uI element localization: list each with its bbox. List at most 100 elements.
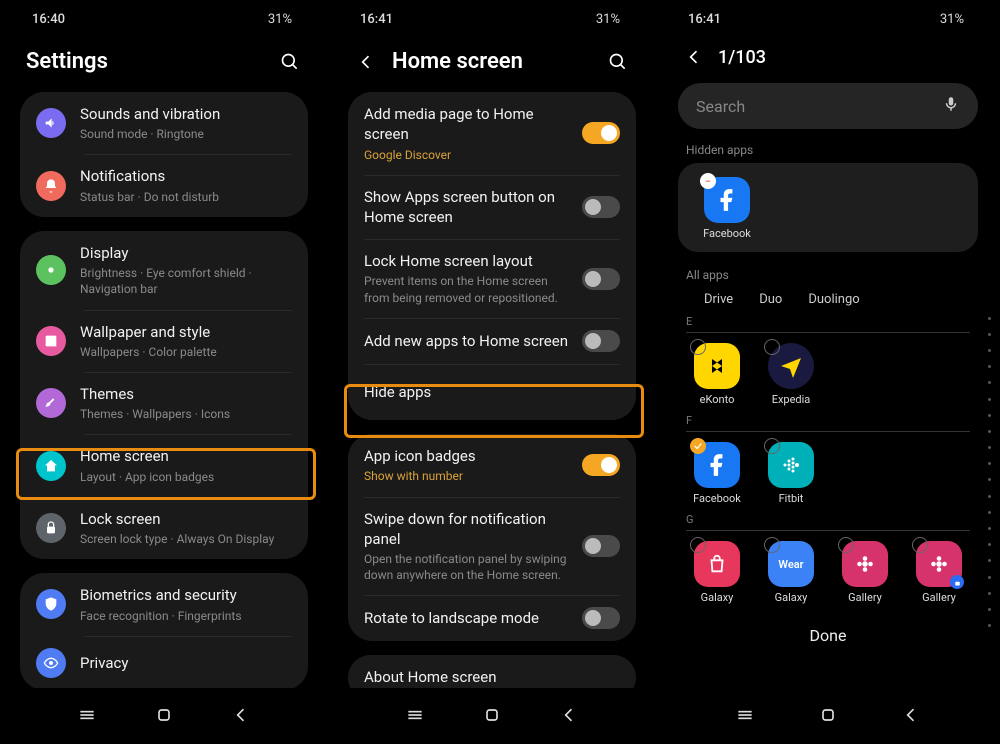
remove-badge-icon[interactable]: −	[700, 173, 716, 189]
app-gallery-secure[interactable]: Gallery	[906, 541, 972, 604]
tab-duolingo[interactable]: Duolingo	[808, 292, 859, 307]
nav-back[interactable]	[558, 704, 580, 726]
grid-g: Galaxy Wear Galaxy Gallery Gallery	[664, 535, 992, 612]
app-facebook[interactable]: Facebook	[684, 442, 750, 505]
tab-drive[interactable]: Drive	[704, 292, 733, 307]
app-ekonto[interactable]: eKonto	[684, 343, 750, 406]
status-bar: 16:41 31%	[336, 0, 648, 35]
grid-f: Facebook Fitbit	[664, 436, 992, 513]
nav-bar	[8, 688, 320, 744]
select-badge[interactable]	[690, 339, 706, 355]
hidden-app-facebook[interactable]: − Facebook	[694, 177, 760, 240]
tab-duo[interactable]: Duo	[759, 292, 782, 307]
item-apps-button[interactable]: Show Apps screen button on Home screen	[348, 175, 636, 240]
index-e: E	[664, 315, 992, 337]
item-swipe-notification[interactable]: Swipe down for notification panel Open t…	[348, 497, 636, 596]
toggle-add-new[interactable]	[582, 330, 620, 352]
item-wallpaper[interactable]: Wallpaper and style Wallpapers · Color p…	[20, 310, 308, 372]
item-notifications[interactable]: Notifications Status bar · Do not distur…	[20, 154, 308, 216]
selection-header: 1/103	[664, 35, 992, 77]
gallery-icon	[916, 541, 962, 587]
facebook-icon	[694, 442, 740, 488]
nav-back[interactable]	[230, 704, 252, 726]
toggle-rotate[interactable]	[582, 607, 620, 629]
item-privacy[interactable]: Privacy	[20, 636, 308, 688]
item-themes[interactable]: Themes Themes · Wallpapers · Icons	[20, 372, 308, 434]
app-gallery[interactable]: Gallery	[832, 541, 898, 604]
app-fitbit[interactable]: Fitbit	[758, 442, 824, 505]
nav-back[interactable]	[900, 704, 922, 726]
search-button[interactable]	[278, 50, 302, 74]
select-badge[interactable]	[690, 537, 706, 553]
item-add-new-apps[interactable]: Add new apps to Home screen	[348, 318, 636, 364]
home-screen-list[interactable]: Add media page to Home screen Google Dis…	[336, 92, 648, 688]
toggle-apps-button[interactable]	[582, 196, 620, 218]
item-home-screen[interactable]: Home screen Layout · App icon badges	[20, 434, 308, 496]
search-input[interactable]: Search	[678, 83, 978, 129]
status-icons: 31%	[584, 12, 624, 27]
picture-icon	[36, 326, 66, 356]
settings-list[interactable]: Sounds and vibration Sound mode · Ringto…	[8, 92, 320, 688]
lock-icon	[36, 513, 66, 543]
expedia-icon	[768, 343, 814, 389]
item-biometrics[interactable]: Biometrics and security Face recognition…	[20, 573, 308, 635]
search-button[interactable]	[606, 50, 630, 74]
item-display[interactable]: Display Brightness · Eye comfort shield …	[20, 231, 308, 310]
mic-button[interactable]	[942, 95, 960, 117]
item-media-page[interactable]: Add media page to Home screen Google Dis…	[348, 92, 636, 175]
app-galaxy-wearable[interactable]: Wear Galaxy	[758, 541, 824, 604]
nav-home[interactable]	[153, 704, 175, 726]
battery-text: 31%	[596, 12, 620, 27]
app-galaxy-store[interactable]: Galaxy	[684, 541, 750, 604]
phone-3-hide-apps: 16:41 31% 1/103 Search Hidden apps − Fac…	[656, 0, 1000, 744]
status-time: 16:41	[360, 12, 393, 27]
nav-home[interactable]	[817, 704, 839, 726]
item-rotate[interactable]: Rotate to landscape mode	[348, 595, 636, 641]
select-badge[interactable]	[764, 537, 780, 553]
home-icon	[36, 451, 66, 481]
item-hide-apps[interactable]: Hide apps	[348, 364, 636, 420]
selected-badge-icon[interactable]	[690, 438, 706, 454]
ekonto-icon	[694, 343, 740, 389]
select-badge[interactable]	[764, 438, 780, 454]
phone-2-home-screen-settings: 16:41 31% Home screen Add media page to …	[328, 0, 656, 744]
brush-icon	[36, 388, 66, 418]
search-icon	[608, 52, 628, 72]
status-bar: 16:40 31%	[8, 0, 320, 35]
alphabet-scroll-index[interactable]	[984, 310, 994, 634]
toggle-swipe[interactable]	[582, 535, 620, 557]
sun-icon	[36, 255, 66, 285]
battery-text: 31%	[940, 12, 964, 27]
toggle-media-page[interactable]	[582, 122, 620, 144]
app-expedia[interactable]: Expedia	[758, 343, 824, 406]
item-lock-layout[interactable]: Lock Home screen layout Prevent items on…	[348, 239, 636, 318]
item-about[interactable]: About Home screen	[348, 655, 636, 688]
item-sounds[interactable]: Sounds and vibration Sound mode · Ringto…	[20, 92, 308, 154]
select-badge[interactable]	[764, 339, 780, 355]
back-button[interactable]	[354, 50, 378, 74]
nav-recents[interactable]	[734, 704, 756, 726]
select-badge[interactable]	[912, 537, 928, 553]
done-button[interactable]: Done	[664, 612, 992, 651]
item-lock-screen[interactable]: Lock screen Screen lock type · Always On…	[20, 497, 308, 559]
item-app-icon-badges[interactable]: App icon badges Show with number	[348, 434, 636, 496]
battery-text: 31%	[268, 12, 292, 27]
tab-row: Drive Duo Duolingo	[664, 288, 992, 315]
galaxy-store-icon	[694, 541, 740, 587]
secure-badge-icon	[950, 575, 964, 589]
nav-recents[interactable]	[76, 704, 98, 726]
nav-recents[interactable]	[404, 704, 426, 726]
toggle-lock-layout[interactable]	[582, 268, 620, 290]
select-badge[interactable]	[838, 537, 854, 553]
fitbit-icon	[768, 442, 814, 488]
status-time: 16:41	[688, 12, 721, 27]
back-button[interactable]	[682, 45, 706, 69]
shield-icon	[36, 589, 66, 619]
chevron-left-icon	[356, 52, 376, 72]
status-icons: 31%	[928, 12, 968, 27]
gallery-icon	[842, 541, 888, 587]
toggle-badges[interactable]	[582, 454, 620, 476]
search-placeholder: Search	[696, 97, 745, 116]
mic-icon	[942, 95, 960, 113]
nav-home[interactable]	[481, 704, 503, 726]
